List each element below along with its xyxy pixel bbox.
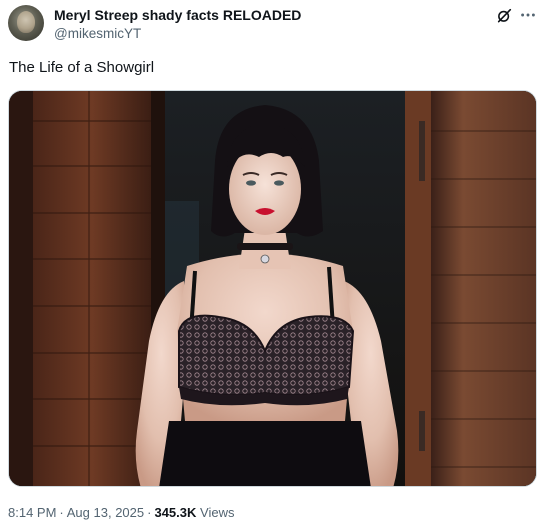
grok-button[interactable] <box>494 5 514 25</box>
more-icon <box>521 13 535 17</box>
tweet-text: The Life of a Showgirl <box>9 59 155 76</box>
views-label: Views <box>200 505 235 520</box>
more-button[interactable] <box>518 5 538 25</box>
tweet-media-image[interactable] <box>8 90 537 487</box>
views-count: 345.3K <box>154 505 197 520</box>
grok-icon <box>497 8 511 22</box>
tweet-meta: 8:14 PM · Aug 13, 2025 · 345.3K Views <box>8 505 234 521</box>
author-handle[interactable]: @mikesmicYT <box>54 26 141 42</box>
photo-woman-in-hallway <box>9 91 536 486</box>
tweet-card: Meryl Streep shady facts RELOADED @mikes… <box>0 0 542 522</box>
separator-dot: · <box>59 505 64 520</box>
tweet-date[interactable]: Aug 13, 2025 <box>67 505 144 520</box>
separator-dot: · <box>147 505 152 520</box>
author-display-name[interactable]: Meryl Streep shady facts RELOADED <box>54 7 301 24</box>
avatar[interactable] <box>8 5 44 41</box>
tweet-time[interactable]: 8:14 PM <box>8 505 56 520</box>
